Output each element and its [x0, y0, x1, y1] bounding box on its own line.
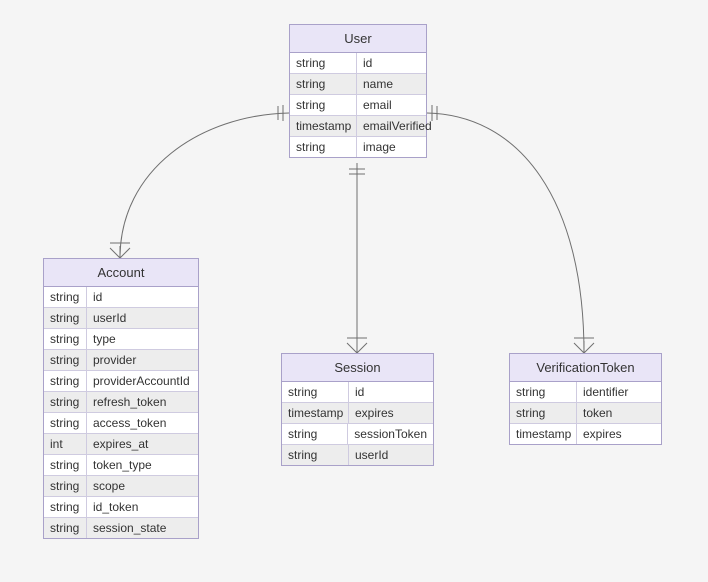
entity-row: string token: [510, 403, 661, 424]
entity-row: string providerAccountId: [44, 371, 198, 392]
entity-row: string access_token: [44, 413, 198, 434]
field-type: string: [44, 392, 87, 412]
entity-row: string refresh_token: [44, 392, 198, 413]
field-name: access_token: [87, 413, 198, 433]
field-name: scope: [87, 476, 198, 496]
entity-row: string provider: [44, 350, 198, 371]
entity-user: User string id string name string email …: [289, 24, 427, 158]
entity-row: string id: [44, 287, 198, 308]
entity-row: timestamp expires: [510, 424, 661, 444]
entity-title: VerificationToken: [510, 354, 661, 382]
field-name: sessionToken: [348, 424, 433, 444]
entity-row: string name: [290, 74, 426, 95]
entity-title: Session: [282, 354, 433, 382]
field-type: string: [290, 74, 357, 94]
entity-row: string id: [290, 53, 426, 74]
entity-row: string email: [290, 95, 426, 116]
entity-row: string image: [290, 137, 426, 157]
entity-row: string id_token: [44, 497, 198, 518]
field-name: userId: [349, 445, 433, 465]
field-name: id_token: [87, 497, 198, 517]
entity-title: User: [290, 25, 426, 53]
entity-row: string token_type: [44, 455, 198, 476]
field-name: identifier: [577, 382, 661, 402]
field-type: timestamp: [282, 403, 349, 423]
field-name: emailVerified: [357, 116, 438, 136]
field-type: string: [282, 445, 349, 465]
field-name: id: [349, 382, 433, 402]
field-type: string: [44, 476, 87, 496]
field-name: expires: [577, 424, 661, 444]
field-name: token: [577, 403, 661, 423]
field-name: refresh_token: [87, 392, 198, 412]
entity-session: Session string id timestamp expires stri…: [281, 353, 434, 466]
entity-row: string sessionToken: [282, 424, 433, 445]
field-type: string: [510, 382, 577, 402]
entity-row: string id: [282, 382, 433, 403]
entity-row: int expires_at: [44, 434, 198, 455]
field-type: string: [44, 518, 87, 538]
field-name: type: [87, 329, 198, 349]
entity-row: string userId: [44, 308, 198, 329]
field-name: name: [357, 74, 426, 94]
entity-account: Account string id string userId string t…: [43, 258, 199, 539]
field-type: string: [510, 403, 577, 423]
field-name: email: [357, 95, 426, 115]
field-name: image: [357, 137, 426, 157]
field-type: string: [44, 329, 87, 349]
field-type: int: [44, 434, 87, 454]
field-type: timestamp: [510, 424, 577, 444]
field-type: string: [44, 308, 87, 328]
field-type: string: [44, 371, 87, 391]
field-type: string: [282, 424, 348, 444]
entity-title: Account: [44, 259, 198, 287]
field-type: string: [44, 350, 87, 370]
entity-row: string session_state: [44, 518, 198, 538]
field-name: session_state: [87, 518, 198, 538]
field-name: expires_at: [87, 434, 198, 454]
field-type: string: [282, 382, 349, 402]
field-type: string: [290, 95, 357, 115]
field-name: id: [87, 287, 198, 307]
field-name: id: [357, 53, 426, 73]
field-name: expires: [349, 403, 433, 423]
entity-row: string type: [44, 329, 198, 350]
field-type: string: [44, 455, 87, 475]
entity-row: string userId: [282, 445, 433, 465]
entity-row: timestamp expires: [282, 403, 433, 424]
field-name: token_type: [87, 455, 198, 475]
field-type: string: [290, 137, 357, 157]
field-type: string: [290, 53, 357, 73]
entity-row: string identifier: [510, 382, 661, 403]
entity-row: string scope: [44, 476, 198, 497]
field-name: userId: [87, 308, 198, 328]
field-name: provider: [87, 350, 198, 370]
field-name: providerAccountId: [87, 371, 198, 391]
field-type: timestamp: [290, 116, 357, 136]
entity-verificationtoken: VerificationToken string identifier stri…: [509, 353, 662, 445]
field-type: string: [44, 287, 87, 307]
entity-row: timestamp emailVerified: [290, 116, 426, 137]
field-type: string: [44, 413, 87, 433]
er-diagram-canvas: User string id string name string email …: [0, 0, 708, 582]
field-type: string: [44, 497, 87, 517]
